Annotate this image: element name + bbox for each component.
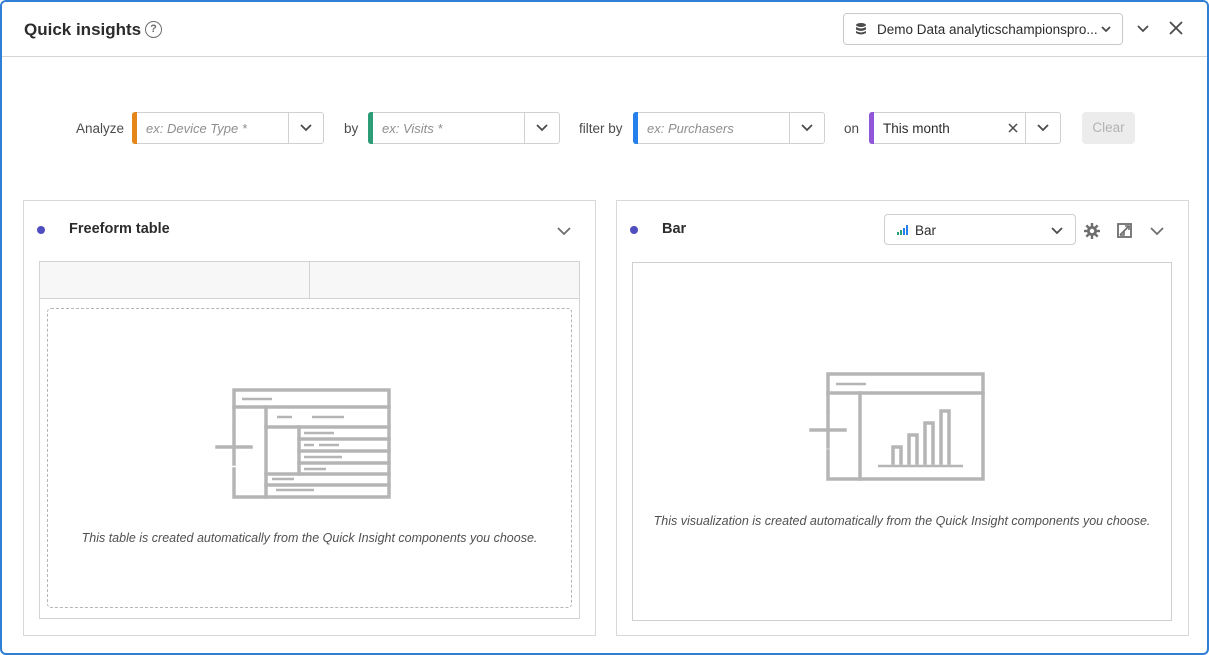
quick-insights-window: Quick insights ? Demo Data analyticscham… [0,0,1209,655]
freeform-table-panel: Freeform table This table is created aut… [23,200,596,636]
chevron-down-icon [536,124,548,132]
query-builder: Analyze ex: Device Type * by ex: Visits … [2,112,1207,146]
table-header-row [39,261,580,299]
filter-label: filter by [579,121,623,136]
date-range-field[interactable]: This month [869,112,1061,144]
by-color-bar [368,112,373,144]
panel-status-dot [630,226,638,234]
analyze-color-bar [132,112,137,144]
gear-icon[interactable] [1084,223,1100,239]
table-drop-zone[interactable]: This table is created automatically from… [47,308,572,608]
analyze-field[interactable]: ex: Device Type * [132,112,324,144]
visualization-area[interactable]: This visualization is created automatica… [632,262,1172,621]
bar-visualization-panel: Bar Bar This visualization is created au… [616,200,1189,636]
clear-x-icon[interactable] [1008,123,1018,133]
datasource-label: Demo Data analyticschampionspro... [877,21,1098,37]
table-body: This table is created automatically from… [39,298,580,619]
filter-field[interactable]: ex: Purchasers [633,112,825,144]
by-placeholder: ex: Visits * [382,121,443,136]
chevron-down-icon[interactable] [1150,226,1164,236]
column-divider [309,262,310,298]
on-label: on [844,121,860,136]
chevron-down-icon [801,124,813,132]
panel-status-dot [37,226,45,234]
visualization-hint-text: This visualization is created automatica… [653,514,1151,528]
date-color-bar [869,112,874,144]
table-hint-text: This table is created automatically from… [81,531,538,545]
analyze-dropdown-button[interactable] [288,113,323,143]
bar-chart-icon [897,225,908,235]
page-title: Quick insights [24,20,142,39]
help-icon[interactable]: ? [145,21,162,38]
datasource-picker[interactable]: Demo Data analyticschampionspro... [843,13,1123,45]
collapse-chevron-icon[interactable] [1136,23,1150,35]
panel-title: Bar [662,221,687,237]
by-field[interactable]: ex: Visits * [368,112,560,144]
analyze-placeholder: ex: Device Type * [146,121,247,136]
filter-color-bar [633,112,638,144]
visualization-type-select[interactable]: Bar [884,214,1076,245]
chevron-down-icon [1051,227,1063,235]
filter-dropdown-button[interactable] [789,113,824,143]
visualization-type-label: Bar [915,223,937,238]
filter-placeholder: ex: Purchasers [647,121,734,136]
chevron-down-icon [1101,26,1111,33]
by-dropdown-button[interactable] [524,113,559,143]
clear-button[interactable]: Clear [1082,112,1135,144]
database-icon [856,23,866,35]
add-visualization-illustration-icon [809,372,985,481]
chevron-down-icon[interactable] [557,226,571,236]
analyze-label: Analyze [76,121,125,136]
panel-title: Freeform table [69,221,170,237]
by-label: by [344,121,359,136]
add-table-illustration-icon [215,388,391,499]
date-dropdown-button[interactable] [1025,113,1060,143]
chevron-down-icon [1037,124,1049,132]
header: Quick insights ? Demo Data analyticscham… [2,2,1207,57]
chevron-down-icon [300,124,312,132]
close-icon[interactable] [1168,20,1184,36]
expand-icon[interactable] [1117,223,1132,238]
date-range-value: This month [883,121,950,136]
